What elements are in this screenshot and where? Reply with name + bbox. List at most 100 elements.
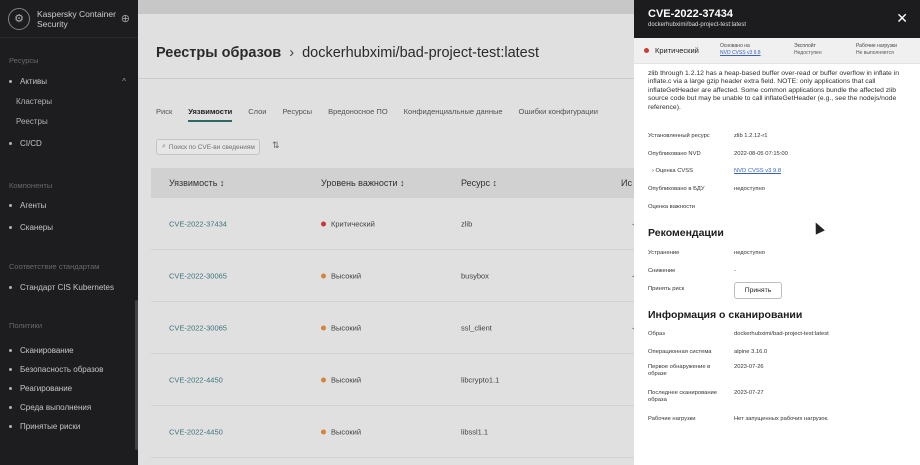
sidebar-item-assets[interactable]: Активы ^ [0, 74, 138, 88]
scan-info-value: 2023-07-27 [734, 390, 764, 396]
bullet-icon [9, 203, 12, 207]
panel-summary: Критический Основано на NVD CVSS v3 9.8 … [634, 38, 920, 64]
exploit: Эксплойт Недоступен [794, 43, 822, 56]
based-on: Основано на NVD CVSS v3 9.8 [720, 43, 761, 56]
detail-label: Опубликовано NVD [648, 151, 701, 157]
workloads-label: Рабочие нагрузки [856, 43, 897, 49]
table-row[interactable]: CVE-2022-4450 Высокий libcrypto1.1 ✓ [151, 354, 634, 406]
bullet-icon [9, 386, 12, 390]
severity-badge: Критический [655, 46, 699, 55]
sidebar-item-registries[interactable]: Реестры [0, 114, 138, 128]
sidebar-header: ⚙ Kaspersky Container Security ⊕ [0, 0, 138, 38]
bullet-icon [9, 424, 12, 428]
cvss-link[interactable]: NVD CVSS v3 9.8 [734, 168, 781, 174]
close-icon[interactable]: ✕ [896, 10, 908, 27]
bullet-icon [9, 79, 12, 83]
tab-misconfigurations[interactable]: Ошибки конфигурации [519, 107, 598, 122]
severity-dot-icon [321, 221, 326, 226]
severity-label: Критический [331, 219, 375, 228]
sidebar: ⚙ Kaspersky Container Security ⊕ Ресурсы… [0, 0, 138, 465]
cve-link[interactable]: CVE-2022-30065 [169, 323, 227, 332]
search-icon: ⌕ [162, 143, 166, 150]
settings-icon[interactable]: ⊕ [121, 12, 130, 25]
main-content: Реестры образов › dockerhubximi/bad-projec… [138, 0, 634, 465]
vulnerability-detail-panel: CVE-2022-37434 dockerhubximi/bad-project… [634, 0, 920, 465]
workloads: Рабочие нагрузки Не выполняется [856, 43, 897, 56]
scan-info-label: Первое обнаружение в образе [648, 364, 711, 377]
severity-dot-icon [321, 273, 326, 278]
detail-label: Опубликовано в БДУ [648, 186, 705, 192]
search-input[interactable] [168, 143, 259, 151]
column-header-vulnerability[interactable]: Уязвимость ↕ [169, 178, 224, 188]
sidebar-section-compliance: Соответствие стандартам [9, 262, 100, 271]
cve-link[interactable]: CVE-2022-37434 [169, 219, 227, 228]
detail-value: zlib 1.2.12-r1 [734, 133, 768, 139]
bullet-icon [9, 285, 12, 289]
cve-link[interactable]: CVE-2022-4450 [169, 427, 223, 436]
cve-link[interactable]: CVE-2022-4450 [169, 375, 223, 384]
recommendations-heading: Рекомендации [648, 227, 724, 239]
sidebar-item-label: Агенты [20, 200, 47, 210]
cve-link[interactable]: CVE-2022-30065 [169, 271, 227, 280]
severity-cell: Критический [321, 219, 375, 228]
table-row[interactable]: CVE-2022-30065 Высокий busybox - [151, 250, 634, 302]
resource-cell: ssl_client [461, 323, 492, 332]
resource-cell: zlib [461, 219, 473, 228]
tab-sensitive-data[interactable]: Конфиденциальные данные [404, 107, 503, 122]
tab-resources[interactable]: Ресурсы [283, 107, 313, 122]
sidebar-section-resources: Ресурсы [9, 56, 39, 65]
sidebar-item-agents[interactable]: Агенты [0, 198, 138, 212]
severity-label: Высокий [331, 427, 362, 436]
vulnerability-description: zlib through 1.2.12 has a heap-based buf… [648, 70, 900, 111]
accept-risk-button[interactable]: Принять [734, 282, 782, 299]
resource-cell: busybox [461, 271, 489, 280]
column-header-severity[interactable]: Уровень важности ↕ [321, 178, 405, 188]
scan-info-label: Рабочие нагрузки [648, 416, 696, 422]
table-row[interactable]: CVE-2022-37434 Критический zlib - [151, 198, 634, 250]
sidebar-item-cicd[interactable]: CI/CD [0, 136, 138, 150]
severity-cell: Высокий [321, 375, 361, 384]
column-header-truncated: Ис [621, 178, 632, 188]
chevron-up-icon[interactable]: ^ [122, 77, 126, 86]
recommendation-label: Устранение [648, 250, 680, 256]
sidebar-item-label: Принятые риски [20, 421, 81, 431]
breadcrumb-registries[interactable]: Реестры образов [156, 45, 281, 61]
tab-risk[interactable]: Риск [156, 107, 172, 122]
bullet-icon [9, 405, 12, 409]
sidebar-item-scanners[interactable]: Сканеры [0, 220, 138, 234]
scan-info-label: Операционная система [648, 349, 712, 355]
top-bar [138, 0, 634, 14]
breadcrumb-image: dockerhubximi/bad-project-test:latest [302, 45, 540, 61]
sidebar-item-response[interactable]: Реагирование [0, 381, 138, 395]
sidebar-item-image-security[interactable]: Безопасность образов [0, 362, 138, 376]
severity-label: Высокий [331, 375, 362, 384]
tab-malware[interactable]: Вредоносное ПО [328, 107, 388, 122]
detail-value: недоступно [734, 186, 765, 192]
exploit-value: Недоступен [794, 49, 822, 56]
tab-bar: Риск Уязвимости Слои Ресурсы Вредоносное… [156, 107, 614, 122]
breadcrumb-separator: › [289, 45, 295, 61]
cvss-expand-toggle[interactable]: › Оценка CVSS [648, 168, 730, 175]
sidebar-item-cis[interactable]: Стандарт CIS Kubernetes [0, 280, 138, 294]
sidebar-item-clusters[interactable]: Кластеры [0, 94, 138, 108]
sidebar-item-scanning[interactable]: Сканирование [0, 343, 138, 357]
sidebar-item-label: Сканирование [20, 345, 74, 355]
sidebar-item-label: Стандарт CIS Kubernetes [20, 282, 114, 292]
severity-dot-icon [321, 325, 326, 330]
sidebar-item-accepted-risks[interactable]: Принятые риски [0, 419, 138, 433]
panel-subtitle: dockerhubximi/bad-project-test:latest [648, 22, 747, 28]
search-box: ⌕ [156, 139, 260, 155]
scan-info-label: Последнее сканирование образа [648, 390, 717, 403]
table-row[interactable]: CVE-2022-30065 Высокий ssl_client - [151, 302, 634, 354]
based-on-link[interactable]: NVD CVSS v3 9.8 [720, 50, 761, 57]
tab-vulnerabilities[interactable]: Уязвимости [188, 107, 233, 122]
tab-layers[interactable]: Слои [248, 107, 266, 122]
bullet-icon [9, 225, 12, 229]
table-row[interactable]: CVE-2022-4450 Высокий libssl1.1 ✓ [151, 406, 634, 458]
bullet-icon [9, 348, 12, 352]
sort-icon[interactable]: ⇅ [272, 140, 280, 151]
panel-title: CVE-2022-37434 [648, 8, 734, 20]
sidebar-item-runtime[interactable]: Среда выполнения [0, 400, 138, 414]
sidebar-section-policies: Политики [9, 321, 43, 330]
column-header-resource[interactable]: Ресурс ↕ [461, 178, 497, 188]
